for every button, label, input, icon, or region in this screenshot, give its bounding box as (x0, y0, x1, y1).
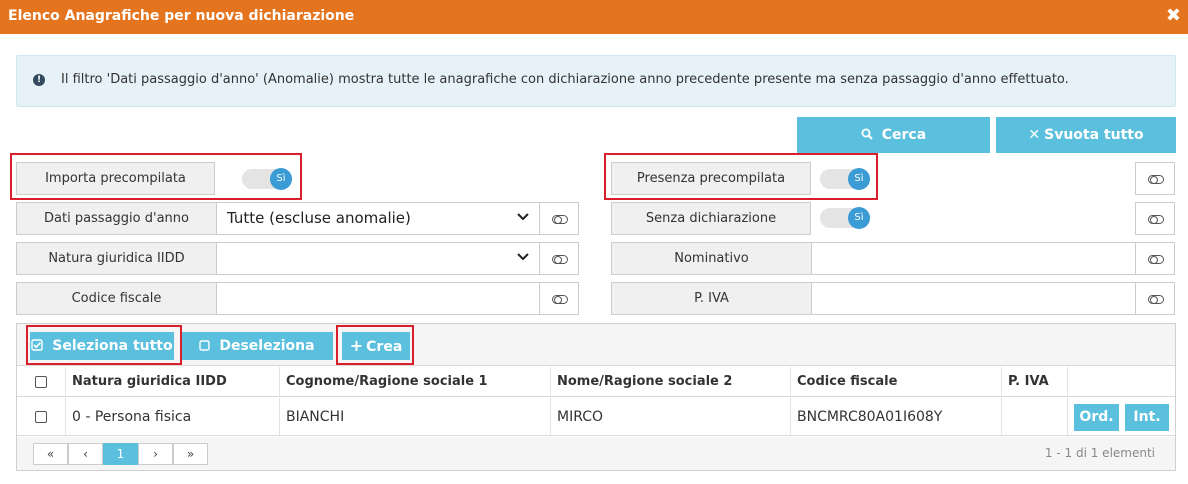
dati-passaggio-label: Dati passaggio d'anno (16, 202, 217, 235)
table-row[interactable]: 0 - Persona fisica BIANCHI MIRCO BNCMRC8… (17, 398, 1175, 436)
toggle-icon (1148, 255, 1164, 264)
cell-codice-fiscale: BNCMRC80A01I608Y (791, 398, 1002, 435)
x-icon: ✕ (1028, 127, 1041, 143)
clear-all-button[interactable]: ✕ Svuota tutto (996, 117, 1176, 153)
header-checkbox-cell (17, 367, 66, 396)
dati-passaggio-reset[interactable] (539, 202, 579, 235)
search-label: Cerca (881, 127, 927, 143)
chevron-down-icon (517, 243, 529, 274)
toggle-icon (1148, 295, 1164, 304)
highlight-box (10, 153, 302, 200)
row-actions-cell: Ord. Int. (1068, 398, 1175, 435)
grid-header: Natura giuridica IIDD Cognome/Ragione so… (17, 367, 1175, 397)
column-header[interactable]: Nome/Ragione sociale 2 (551, 367, 791, 396)
dialog-title: Elenco Anagrafiche per nuova dichiarazio… (8, 8, 355, 24)
pager-next[interactable]: › (138, 443, 173, 465)
dati-passaggio-select[interactable]: Tutte (escluse anomalie) (216, 202, 540, 235)
nominativo-label: Nominativo (611, 242, 812, 275)
natura-giuridica-select[interactable] (216, 242, 540, 275)
toggle-icon (1148, 215, 1164, 224)
codice-fiscale-reset[interactable] (539, 282, 579, 315)
pager-first[interactable]: « (33, 443, 68, 465)
info-banner: ! Il filtro 'Dati passaggio d'anno' (Ano… (16, 55, 1176, 107)
nominativo-reset[interactable] (1135, 242, 1175, 275)
row-checkbox-cell (17, 398, 66, 435)
pager-page[interactable]: 1 (103, 443, 138, 465)
cell-piva (1002, 398, 1068, 435)
cell-nome: MIRCO (551, 398, 791, 435)
deselect-all-button[interactable]: Deseleziona tutto (181, 332, 333, 382)
square-icon (199, 338, 219, 354)
column-header[interactable]: Codice fiscale (791, 367, 1002, 396)
exclamation-icon: ! (33, 74, 45, 86)
toggle-icon (552, 295, 568, 304)
natura-giuridica-reset[interactable] (539, 242, 579, 275)
highlight-box (336, 325, 414, 365)
senza-dichiarazione-toggle[interactable]: Sì (820, 207, 870, 229)
pager-prev[interactable]: ‹ (68, 443, 103, 465)
pager-info: 1 - 1 di 1 elementi (1044, 446, 1155, 460)
dati-passaggio-value: Tutte (escluse anomalie) (227, 209, 411, 227)
ord-button[interactable]: Ord. (1074, 404, 1119, 431)
info-text: Il filtro 'Dati passaggio d'anno' (Anoma… (61, 72, 1069, 87)
results-grid: Seleziona tutto Deseleziona tutto +Crea … (16, 323, 1176, 471)
senza-dichiarazione-reset[interactable] (1135, 202, 1175, 235)
int-button[interactable]: Int. (1125, 404, 1169, 431)
senza-dichiarazione-label: Senza dichiarazione (611, 202, 811, 235)
clear-all-label: Svuota tutto (1044, 127, 1144, 143)
toggle-knob: Sì (848, 207, 870, 229)
grid-toolbar: Seleziona tutto Deseleziona tutto +Crea (17, 324, 1175, 382)
row-checkbox[interactable] (35, 411, 47, 423)
column-header[interactable]: P. IVA (1002, 367, 1068, 396)
nominativo-input[interactable] (811, 242, 1136, 275)
presenza-precompilata-reset[interactable] (1135, 162, 1175, 195)
natura-giuridica-label: Natura giuridica IIDD (16, 242, 217, 275)
codice-fiscale-input[interactable] (216, 282, 540, 315)
select-all-checkbox[interactable] (35, 376, 47, 388)
cell-natura: 0 - Persona fisica (66, 398, 280, 435)
column-header[interactable]: Natura giuridica IIDD (66, 367, 280, 396)
search-button[interactable]: Cerca (797, 117, 990, 153)
pager: « ‹ 1 › » 1 - 1 di 1 elementi (17, 437, 1175, 470)
cell-cognome: BIANCHI (280, 398, 551, 435)
toggle-icon (552, 215, 568, 224)
piva-label: P. IVA (611, 282, 812, 315)
highlight-box (26, 325, 182, 365)
search-icon (861, 127, 878, 143)
highlight-box (604, 153, 878, 200)
codice-fiscale-label: Codice fiscale (16, 282, 217, 315)
column-header[interactable]: Cognome/Ragione sociale 1 (280, 367, 551, 396)
close-icon[interactable]: ✖ (1166, 0, 1181, 32)
pager-last[interactable]: » (173, 443, 208, 465)
actions-header (1068, 367, 1175, 396)
dialog-title-bar: Elenco Anagrafiche per nuova dichiarazio… (0, 0, 1188, 34)
toggle-icon (552, 255, 568, 264)
piva-input[interactable] (811, 282, 1136, 315)
toggle-icon (1148, 175, 1164, 184)
chevron-down-icon (517, 203, 529, 234)
piva-reset[interactable] (1135, 282, 1175, 315)
